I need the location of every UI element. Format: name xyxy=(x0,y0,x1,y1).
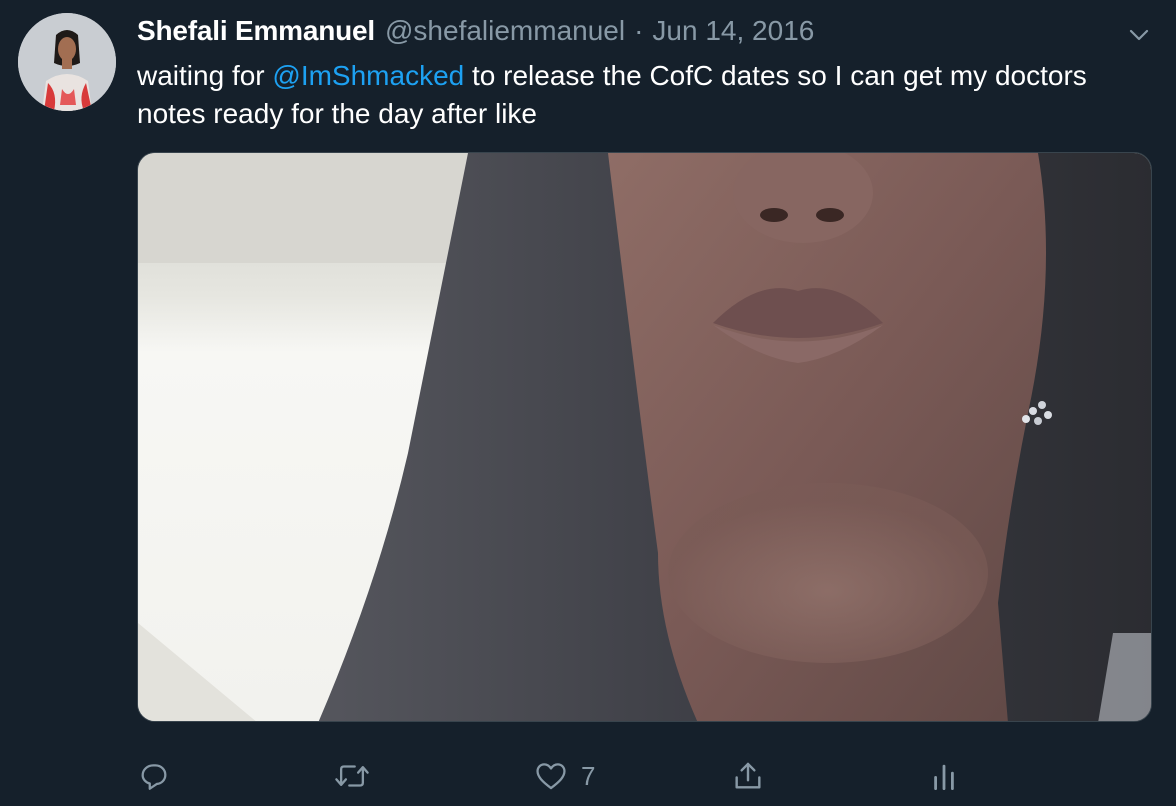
retweet-button[interactable] xyxy=(333,756,371,796)
tweet-media[interactable] xyxy=(137,152,1152,722)
tweet-header: Shefali Emmanuel @shefaliemmanuel · Jun … xyxy=(137,15,814,51)
share-button[interactable] xyxy=(731,756,765,796)
analytics-icon xyxy=(934,764,954,790)
share-icon xyxy=(735,762,761,789)
like-count: 7 xyxy=(581,760,596,791)
separator: · xyxy=(634,15,644,46)
tweet-text: waiting for @ImShmacked to release the C… xyxy=(137,57,1147,133)
tweet-actions: 7 xyxy=(0,756,1176,796)
chevron-down-icon xyxy=(1129,29,1149,41)
retweet-icon xyxy=(335,765,369,787)
avatar-image xyxy=(18,13,116,111)
more-options-button[interactable] xyxy=(1124,20,1154,50)
tweet-date[interactable]: Jun 14, 2016 xyxy=(652,15,814,47)
reply-icon xyxy=(141,764,167,790)
heart-icon xyxy=(536,763,566,790)
avatar[interactable] xyxy=(18,13,116,111)
tweet-text-start: waiting for xyxy=(137,60,273,91)
mention-link[interactable]: @ImShmacked xyxy=(272,60,464,91)
media-photo xyxy=(138,153,1151,721)
reply-button[interactable] xyxy=(137,756,171,796)
author-handle[interactable]: @shefaliemmanuel xyxy=(385,15,625,47)
author-name[interactable]: Shefali Emmanuel xyxy=(137,15,375,47)
analytics-button[interactable] xyxy=(930,756,958,796)
tweet[interactable]: Shefali Emmanuel @shefaliemmanuel · Jun … xyxy=(0,0,1176,806)
like-button[interactable]: 7 xyxy=(533,756,595,796)
